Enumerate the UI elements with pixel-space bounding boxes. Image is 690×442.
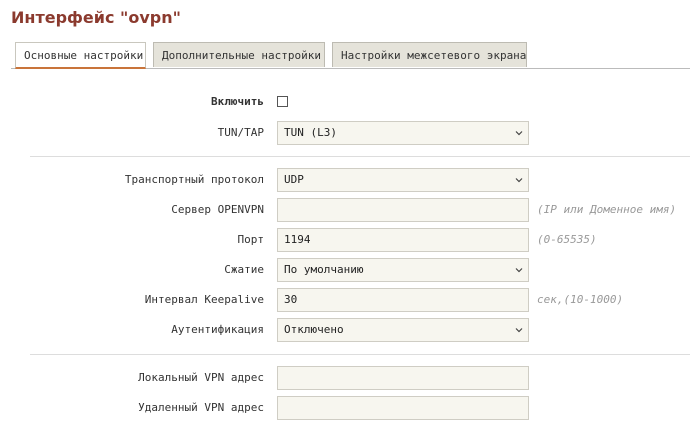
port-row: Порт 1194 (0-65535) bbox=[0, 228, 690, 252]
enable-label: Включить bbox=[211, 95, 264, 108]
protocol-select[interactable]: UDP bbox=[277, 168, 529, 192]
chevron-down-icon bbox=[515, 328, 523, 333]
enable-row: Включить bbox=[0, 90, 690, 114]
auth-row: Аутентификация Отключено bbox=[0, 318, 690, 342]
remote-vpn-label: Удаленный VPN адрес bbox=[138, 401, 264, 414]
keepalive-hint: сек,(10-1000) bbox=[537, 293, 624, 306]
port-hint: (0-65535) bbox=[537, 233, 597, 246]
keepalive-row: Интервал Keepalive 30 сек,(10-1000) bbox=[0, 288, 690, 312]
auth-label: Аутентификация bbox=[171, 323, 264, 336]
server-input[interactable] bbox=[277, 198, 529, 222]
tuntap-select[interactable]: TUN (L3) bbox=[277, 121, 529, 145]
compression-row: Сжатие По умолчанию bbox=[0, 258, 690, 282]
tab-firewall-settings[interactable]: Настройки межсетевого экрана bbox=[332, 42, 527, 67]
tab-bar: Основные настройки Дополнительные настро… bbox=[11, 42, 690, 69]
protocol-value: UDP bbox=[284, 173, 304, 186]
compression-label: Сжатие bbox=[224, 263, 264, 276]
tab-advanced-settings[interactable]: Дополнительные настройки bbox=[153, 42, 325, 67]
compression-select[interactable]: По умолчанию bbox=[277, 258, 529, 282]
chevron-down-icon bbox=[515, 268, 523, 273]
server-hint: (IP или Доменное имя) bbox=[537, 203, 677, 216]
compression-value: По умолчанию bbox=[284, 263, 364, 276]
local-vpn-row: Локальный VPN адрес bbox=[0, 366, 690, 390]
chevron-down-icon bbox=[515, 131, 523, 136]
auth-value: Отключено bbox=[284, 323, 344, 336]
port-input[interactable]: 1194 bbox=[277, 228, 529, 252]
enable-checkbox[interactable] bbox=[277, 96, 288, 107]
tab-basic-settings[interactable]: Основные настройки bbox=[15, 42, 146, 69]
server-row: Сервер OPENVPN (IP или Доменное имя) bbox=[0, 198, 690, 222]
section-divider bbox=[30, 354, 690, 355]
keepalive-value: 30 bbox=[284, 293, 298, 306]
page-title: Интерфейс "ovpn" bbox=[11, 8, 181, 27]
remote-vpn-row: Удаленный VPN адрес bbox=[0, 396, 690, 420]
local-vpn-label: Локальный VPN адрес bbox=[138, 371, 264, 384]
protocol-label: Транспортный протокол bbox=[124, 173, 264, 186]
tuntap-label: TUN/TAP bbox=[217, 126, 264, 139]
keepalive-input[interactable]: 30 bbox=[277, 288, 529, 312]
auth-select[interactable]: Отключено bbox=[277, 318, 529, 342]
tuntap-row: TUN/TAP TUN (L3) bbox=[0, 121, 690, 145]
port-value: 1194 bbox=[284, 233, 311, 246]
protocol-row: Транспортный протокол UDP bbox=[0, 168, 690, 192]
local-vpn-input[interactable] bbox=[277, 366, 529, 390]
keepalive-label: Интервал Keepalive bbox=[144, 293, 264, 306]
port-label: Порт bbox=[237, 233, 265, 246]
chevron-down-icon bbox=[515, 178, 523, 183]
remote-vpn-input[interactable] bbox=[277, 396, 529, 420]
section-divider bbox=[30, 156, 690, 157]
server-label: Сервер OPENVPN bbox=[171, 203, 264, 216]
tuntap-value: TUN (L3) bbox=[284, 126, 337, 139]
